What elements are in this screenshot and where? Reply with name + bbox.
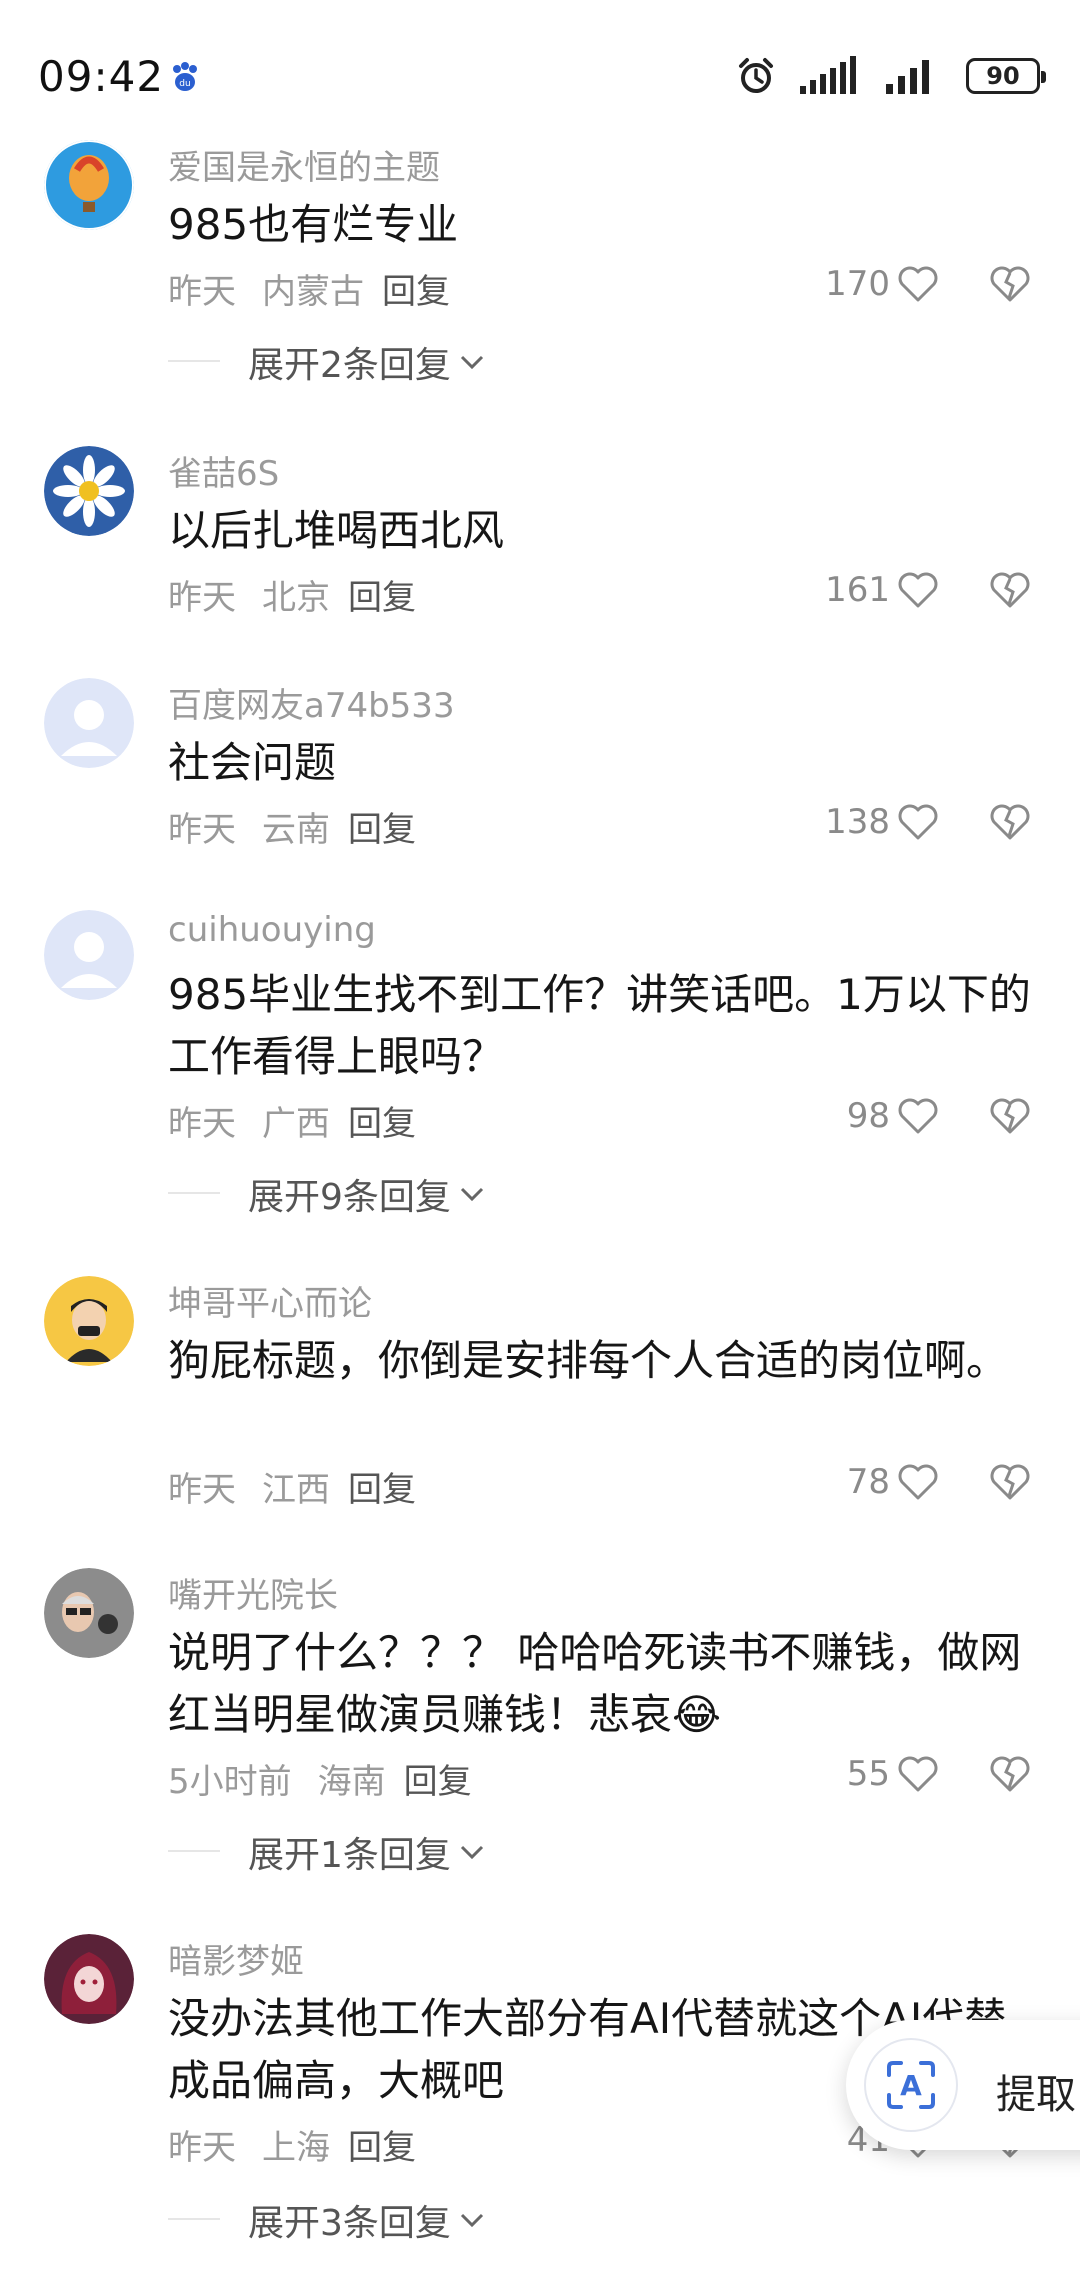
comment-username[interactable]: cuihuouying	[168, 910, 376, 950]
reply-button[interactable]: 回复	[404, 1762, 472, 1802]
expand-replies-label: 展开9条回复	[248, 1177, 451, 1218]
svg-text:du: du	[179, 79, 190, 89]
heart-icon	[898, 1464, 938, 1500]
expand-replies-button[interactable]: 展开9条回复	[168, 1168, 485, 1220]
expand-replies-label: 展开2条回复	[248, 345, 451, 386]
comment-location: 北京	[262, 578, 330, 618]
heart-icon	[898, 804, 938, 840]
comment-text: 说明了什么？？？ 哈哈哈死读书不赚钱，做网红当明星做演员赚钱！悲哀😂	[168, 1628, 1022, 1739]
comment-time: 昨天	[168, 1104, 236, 1144]
comment-time: 昨天	[168, 578, 236, 618]
alarm-icon	[739, 58, 773, 93]
heart-icon	[898, 1098, 938, 1134]
status-bar: 09:42 du 90	[0, 0, 1080, 120]
expand-replies-button[interactable]: 展开1条回复	[168, 1826, 485, 1878]
comment-username[interactable]: 坤哥平心而论	[168, 1276, 372, 1325]
comment-text: 985也有烂专业	[168, 200, 459, 249]
comment-text: 社会问题	[168, 738, 337, 787]
comment-meta: 昨天 内蒙古 回复	[168, 264, 450, 313]
avatar[interactable]	[44, 1568, 134, 1658]
like-count: 55	[846, 1754, 890, 1794]
comment-location: 云南	[262, 810, 330, 850]
heart-icon	[898, 572, 938, 608]
avatar[interactable]	[44, 1276, 134, 1366]
svg-text:A: A	[900, 2069, 922, 2102]
comment-meta: 昨天 江西 回复	[168, 1462, 416, 1511]
chevron-down-icon	[460, 1845, 483, 1860]
heart-icon	[898, 266, 938, 302]
avatar[interactable]	[44, 678, 134, 768]
like-count: 161	[825, 570, 890, 610]
reply-button[interactable]: 回复	[382, 272, 450, 312]
comment-username[interactable]: 雀喆6S	[168, 446, 279, 495]
expand-replies-label: 展开3条回复	[248, 2203, 451, 2244]
comment-meta: 昨天 北京 回复	[168, 570, 416, 619]
comment-text: 以后扎堆喝西北风	[168, 506, 505, 555]
comment-time: 昨天	[168, 810, 236, 850]
extract-label: 提取	[996, 2072, 1076, 2118]
like-count: 170	[825, 264, 890, 304]
like-button[interactable]: 55	[847, 1754, 940, 1794]
broken-heart-icon[interactable]	[988, 264, 1032, 304]
comment-username[interactable]: 嘴开光院长	[168, 1568, 338, 1617]
reply-button[interactable]: 回复	[348, 2128, 416, 2168]
reply-button[interactable]: 回复	[348, 1470, 416, 1510]
comment-text: 狗屁标题，你倒是安排每个人合适的岗位啊。	[168, 1336, 1009, 1385]
comment-location: 上海	[262, 2128, 330, 2168]
expand-replies-button[interactable]: 展开2条回复	[168, 336, 485, 388]
battery-level: 90	[986, 62, 1020, 90]
comment-meta: 昨天 云南 回复	[168, 802, 416, 851]
extract-text-floating-button[interactable]: A 提取	[846, 2020, 1080, 2150]
comment-meta: 昨天 广西 回复	[168, 1096, 416, 1145]
avatar[interactable]	[44, 140, 134, 230]
broken-heart-icon[interactable]	[988, 1754, 1032, 1794]
comment-text: 985毕业生找不到工作？讲笑话吧。1万以下的工作看得上眼吗？	[168, 970, 1031, 1081]
like-count: 138	[825, 802, 890, 842]
avatar[interactable]	[44, 910, 134, 1000]
like-button[interactable]: 138	[825, 802, 940, 842]
expand-replies-button[interactable]: 展开3条回复	[168, 2194, 485, 2246]
like-button[interactable]: 78	[847, 1462, 940, 1502]
battery-indicator: 90	[966, 58, 1046, 94]
status-time: 09:42	[38, 52, 165, 101]
signal-icon-1	[800, 56, 856, 94]
like-count: 78	[846, 1462, 890, 1502]
chevron-down-icon	[460, 355, 483, 370]
broken-heart-icon[interactable]	[988, 570, 1032, 610]
comment-username[interactable]: 爱国是永恒的主题	[168, 140, 440, 189]
comment-time: 昨天	[168, 2128, 236, 2168]
comment-time: 5小时前	[168, 1762, 292, 1802]
text-recognition-icon: A	[864, 2038, 958, 2132]
like-count: 98	[846, 1096, 890, 1136]
like-button[interactable]: 161	[825, 570, 940, 610]
reply-button[interactable]: 回复	[348, 810, 416, 850]
comment-time: 昨天	[168, 272, 236, 312]
reply-button[interactable]: 回复	[348, 1104, 416, 1144]
signal-icon-2	[886, 60, 929, 94]
like-button[interactable]: 98	[847, 1096, 940, 1136]
like-button[interactable]: 170	[825, 264, 940, 304]
reply-button[interactable]: 回复	[348, 578, 416, 618]
broken-heart-icon[interactable]	[988, 1096, 1032, 1136]
chevron-down-icon	[460, 1187, 483, 1202]
comment-location: 江西	[262, 1470, 330, 1510]
comment-location: 海南	[317, 1762, 386, 1802]
comment-username[interactable]: 暗影梦姬	[168, 1934, 304, 1983]
heart-icon	[898, 1756, 938, 1792]
avatar[interactable]	[44, 1934, 134, 2024]
baidu-paw-icon: du	[173, 62, 197, 91]
comment-time: 昨天	[168, 1470, 236, 1510]
comment-meta: 5小时前 海南 回复	[168, 1754, 472, 1803]
comment-username[interactable]: 百度网友a74b533	[168, 678, 455, 727]
broken-heart-icon[interactable]	[988, 802, 1032, 842]
comment-location: 内蒙古	[262, 272, 364, 312]
comment-meta: 昨天 上海 回复	[168, 2120, 416, 2169]
chevron-down-icon	[460, 2213, 483, 2228]
avatar[interactable]	[44, 446, 134, 536]
expand-replies-label: 展开1条回复	[248, 1835, 451, 1876]
broken-heart-icon[interactable]	[988, 1462, 1032, 1502]
comment-location: 广西	[262, 1104, 330, 1144]
